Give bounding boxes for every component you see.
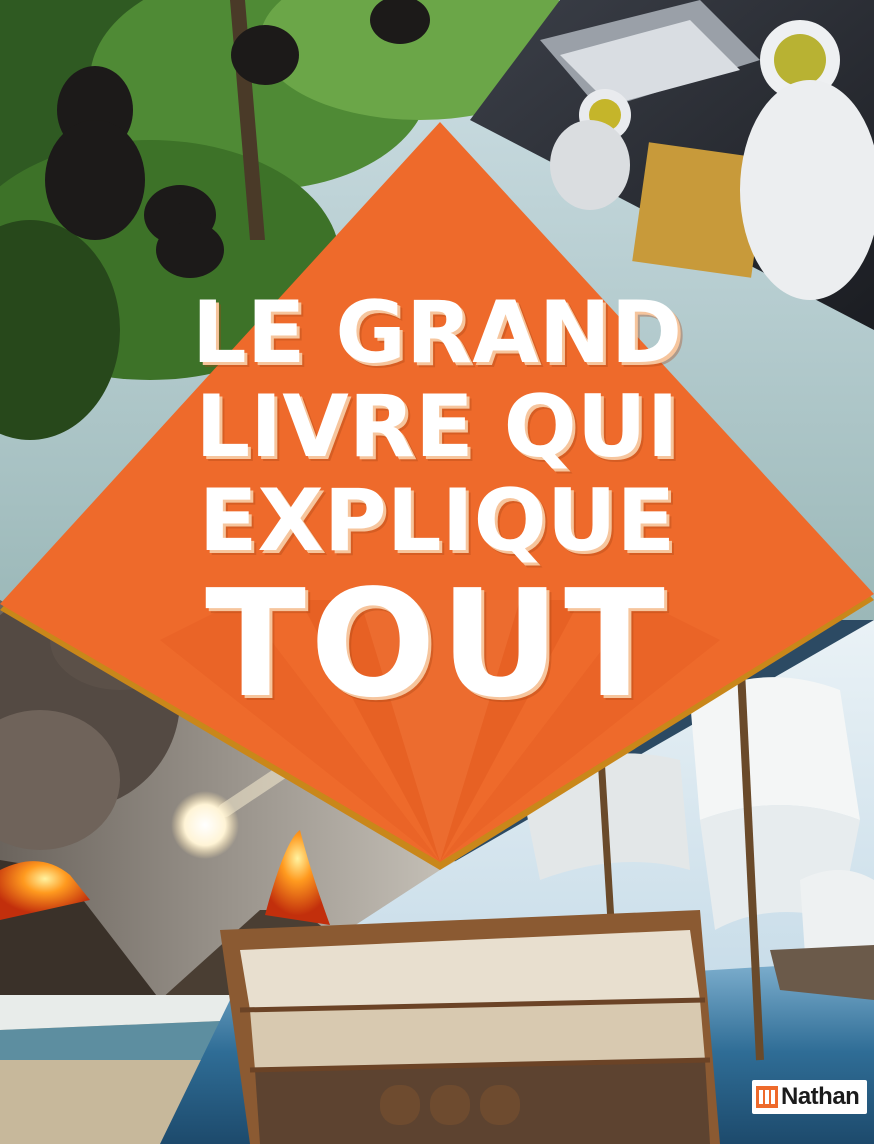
book-title: LE GRAND LIVRE QUI EXPLIQUE TOUT — [150, 290, 724, 718]
title-line-1: LE GRAND — [191, 283, 683, 383]
publisher-name: Nathan — [781, 1083, 860, 1110]
title-line-3: EXPLIQUE — [198, 471, 676, 571]
nathan-logo-icon — [756, 1086, 778, 1108]
book-cover: LE GRAND LIVRE QUI EXPLIQUE TOUT Nathan — [0, 0, 874, 1144]
title-line-4: TOUT — [205, 558, 669, 730]
publisher-logo: Nathan — [752, 1080, 868, 1114]
title-line-2: LIVRE QUI — [195, 377, 679, 477]
